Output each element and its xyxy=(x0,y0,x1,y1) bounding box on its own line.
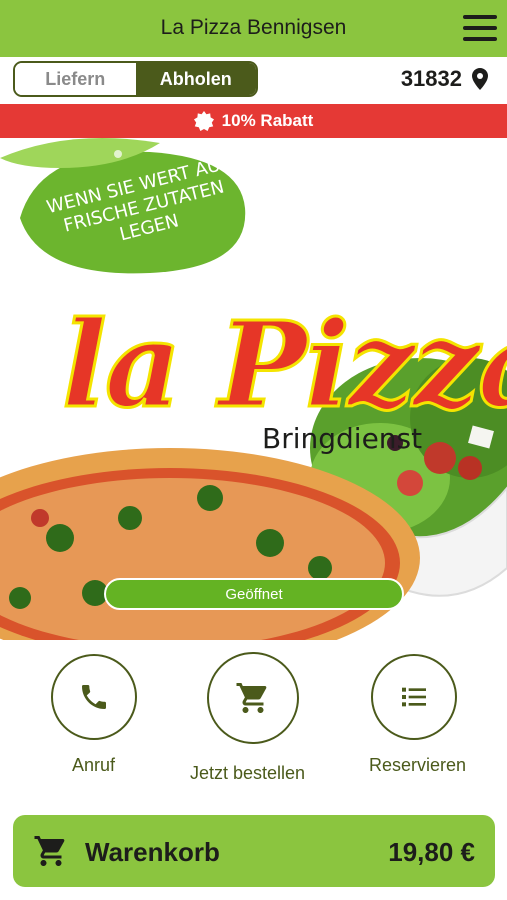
order-label: Jetzt bestellen xyxy=(190,763,306,783)
map-pin-icon[interactable] xyxy=(472,68,488,90)
phone-icon xyxy=(82,685,106,709)
toggle-option-liefern[interactable]: Liefern xyxy=(15,63,136,95)
cart-icon xyxy=(34,836,65,866)
cart-bar[interactable]: Warenkorb 19,80 € xyxy=(13,815,495,887)
toggle-option-abholen[interactable]: Abholen xyxy=(135,63,256,95)
call-label: Anruf xyxy=(72,755,116,775)
brand-subtitle: Bringdienst xyxy=(262,422,423,455)
delivery-mode-toggle: Liefern Abholen xyxy=(13,61,258,97)
page-title: La Pizza Bennigsen xyxy=(160,16,347,39)
open-status-badge: Geöffnet xyxy=(104,578,404,610)
call-button[interactable] xyxy=(51,654,137,740)
list-icon xyxy=(402,687,426,707)
zip-code[interactable]: 31832 xyxy=(401,66,462,92)
hero-image: Wenn Sie Wert auf frische Zutaten legen … xyxy=(0,138,507,640)
hamburger-menu-icon[interactable] xyxy=(463,15,497,41)
discount-banner[interactable]: 10% Rabatt xyxy=(0,104,507,138)
brand-logo: la Pizza xyxy=(60,295,507,434)
cart-icon xyxy=(236,683,267,713)
cart-total: 19,80 € xyxy=(388,837,475,867)
discount-badge-icon xyxy=(193,111,214,131)
reserve-label: Reservieren xyxy=(369,755,467,775)
discount-text: 10% Rabatt xyxy=(221,111,314,130)
cart-label: Warenkorb xyxy=(85,837,220,867)
app-header: La Pizza Bennigsen xyxy=(0,0,507,57)
order-button[interactable] xyxy=(207,652,299,744)
reserve-button[interactable] xyxy=(371,654,457,740)
